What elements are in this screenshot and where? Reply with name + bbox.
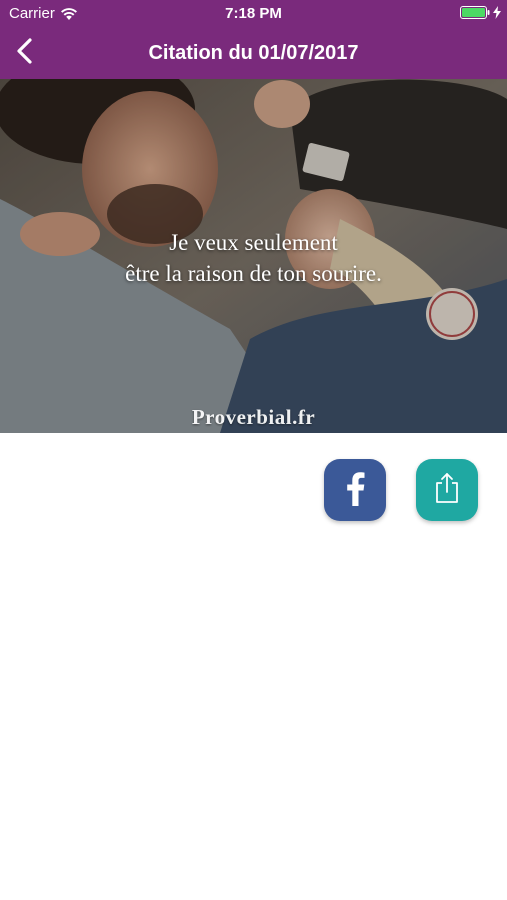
facebook-icon xyxy=(343,470,367,511)
battery-indicator xyxy=(460,6,501,19)
quote-image: Je veux seulement être la raison de ton … xyxy=(0,79,507,433)
chevron-left-icon xyxy=(15,37,35,69)
navigation-bar: Citation du 01/07/2017 xyxy=(0,28,507,79)
page-title: Citation du 01/07/2017 xyxy=(148,42,359,64)
back-button[interactable] xyxy=(8,36,42,70)
app-header: Carrier 7:18 PM Citation du 01/07/2017 xyxy=(0,0,507,79)
quote-text: Je veux seulement être la raison de ton … xyxy=(0,227,507,289)
battery-icon xyxy=(460,6,490,19)
watermark: Proverbial.fr xyxy=(191,405,316,429)
share-icon xyxy=(434,472,460,509)
quote-line-2: être la raison de ton sourire. xyxy=(125,261,382,286)
quote-line-1: Je veux seulement xyxy=(169,230,338,255)
facebook-share-button[interactable] xyxy=(324,459,386,521)
share-button[interactable] xyxy=(416,459,478,521)
status-bar: Carrier 7:18 PM xyxy=(0,0,507,28)
bolt-icon xyxy=(493,6,501,19)
status-time: 7:18 PM xyxy=(225,5,282,22)
